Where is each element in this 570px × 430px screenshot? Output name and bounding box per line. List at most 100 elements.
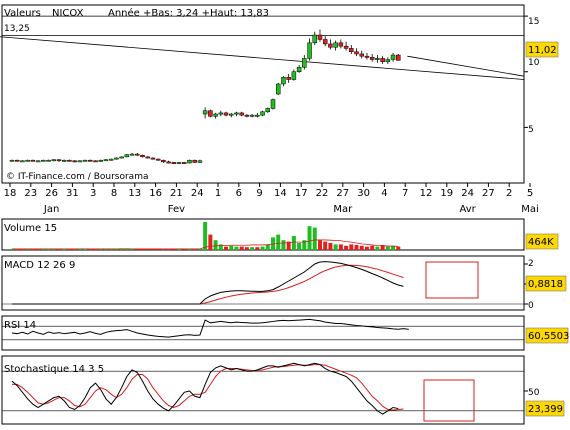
volume-bar <box>203 222 208 250</box>
xtick-label: 6 <box>236 188 242 199</box>
volume-panel-title: Volume 15 <box>4 223 57 234</box>
month-label: Mai <box>521 204 539 215</box>
chart-window: Valeurs NICOX Année +Bas: 3,24 +Haut: 13,8… <box>0 0 570 430</box>
volume-bar <box>229 245 234 250</box>
volume-bar <box>265 244 270 250</box>
candle-body <box>166 161 171 164</box>
candle-body <box>108 158 114 161</box>
volume-bar <box>385 246 390 250</box>
candle-body <box>228 113 234 116</box>
ref-level-label: 13,25 <box>4 24 30 34</box>
candle-body <box>385 59 391 62</box>
volume-bar <box>291 236 296 250</box>
xtick-label: 4 <box>381 188 387 199</box>
volume-bar <box>370 245 375 250</box>
xtick-label: 26 <box>45 188 58 199</box>
rsi-panel-title: RSI 14 <box>4 320 36 331</box>
volume-bar <box>166 249 171 250</box>
candle-body <box>275 83 281 95</box>
candle-body <box>88 159 93 162</box>
stochastic-ytick-50: 50 <box>528 388 540 398</box>
candle-body <box>77 160 83 163</box>
chart-canvas: Valeurs NICOX Année +Bas: 3,24 +Haut: 13,8… <box>0 4 569 425</box>
volume-bar <box>312 227 317 250</box>
candle-body <box>364 55 370 58</box>
xtick-label: 27 <box>482 188 495 199</box>
volume-bar <box>36 249 41 250</box>
candle-body <box>270 99 276 109</box>
candle-body <box>307 42 312 59</box>
candle-body <box>150 157 156 160</box>
candle-body <box>343 45 349 49</box>
candle-body <box>197 160 203 163</box>
xtick-label: 17 <box>295 188 308 199</box>
xtick-label: 7 <box>402 188 408 199</box>
candle-body <box>114 157 119 160</box>
candle-body <box>129 153 135 156</box>
volume-bar <box>239 246 244 250</box>
xtick-label: 13 <box>128 188 141 199</box>
candle-body <box>25 159 30 162</box>
candle-body <box>390 54 396 60</box>
candle-body <box>218 112 224 115</box>
xtick-label: 8 <box>111 188 117 199</box>
volume-bar <box>30 249 35 250</box>
volume-bar <box>281 240 286 250</box>
candle-body <box>260 111 265 116</box>
volume-bar <box>62 249 67 250</box>
candle-body <box>286 77 291 80</box>
volume-bar <box>93 249 98 250</box>
month-label: Avr <box>459 204 476 215</box>
volume-bar <box>250 247 255 250</box>
candle-body <box>103 159 109 162</box>
candle-body <box>30 159 36 162</box>
candle-body <box>35 160 41 163</box>
volume-bar <box>276 234 281 250</box>
candle-body <box>312 34 318 44</box>
year-stats-label: Année +Bas: 3,24 +Haut: 13,83 <box>108 7 269 19</box>
candle-body <box>302 58 307 68</box>
xtick-label: 12 <box>420 188 433 199</box>
macd-ytick-0: 0 <box>528 301 534 311</box>
candle-body <box>72 160 77 163</box>
price-value-label: 11,02 <box>528 45 557 56</box>
xtick-label: 27 <box>336 188 349 199</box>
xtick-label: 16 <box>149 188 162 199</box>
candle-body <box>291 71 297 80</box>
candle-body <box>155 158 161 161</box>
candle-body <box>161 159 166 163</box>
candle-body <box>124 154 130 158</box>
candle-body <box>265 108 271 113</box>
candle-body <box>119 156 124 159</box>
candle-body <box>296 67 302 73</box>
macd-value-label: 0,8818 <box>528 279 563 290</box>
volume-bar <box>255 247 260 250</box>
price-panel-frame <box>1 4 525 184</box>
candle-body <box>375 58 380 60</box>
xtick-label: 9 <box>256 188 262 199</box>
volume-bar <box>244 247 249 250</box>
xtick-label: 23 <box>24 188 37 199</box>
xtick-label: 1 <box>215 188 221 199</box>
candle-body <box>380 58 385 62</box>
candle-body <box>234 112 239 115</box>
candle-body <box>46 159 51 162</box>
volume-bar <box>323 241 328 250</box>
volume-bar <box>307 226 312 250</box>
candle-body <box>14 159 20 162</box>
candle-body <box>317 34 323 40</box>
volume-bar <box>83 249 88 250</box>
volume-bar <box>20 249 25 250</box>
volume-bar <box>67 249 72 250</box>
stochastic-panel-title: Stochastique 14 3 5 <box>4 364 104 375</box>
volume-bar <box>224 246 229 250</box>
candle-body <box>328 43 333 48</box>
rsi-panel-frame <box>1 315 525 351</box>
candle-body <box>93 160 98 163</box>
candle-body <box>255 114 260 117</box>
candle-body <box>51 159 57 162</box>
volume-bar <box>354 244 359 250</box>
xtick-label: 30 <box>357 188 370 199</box>
valeurs-label: Valeurs <box>4 8 41 19</box>
candle-body <box>61 159 67 162</box>
